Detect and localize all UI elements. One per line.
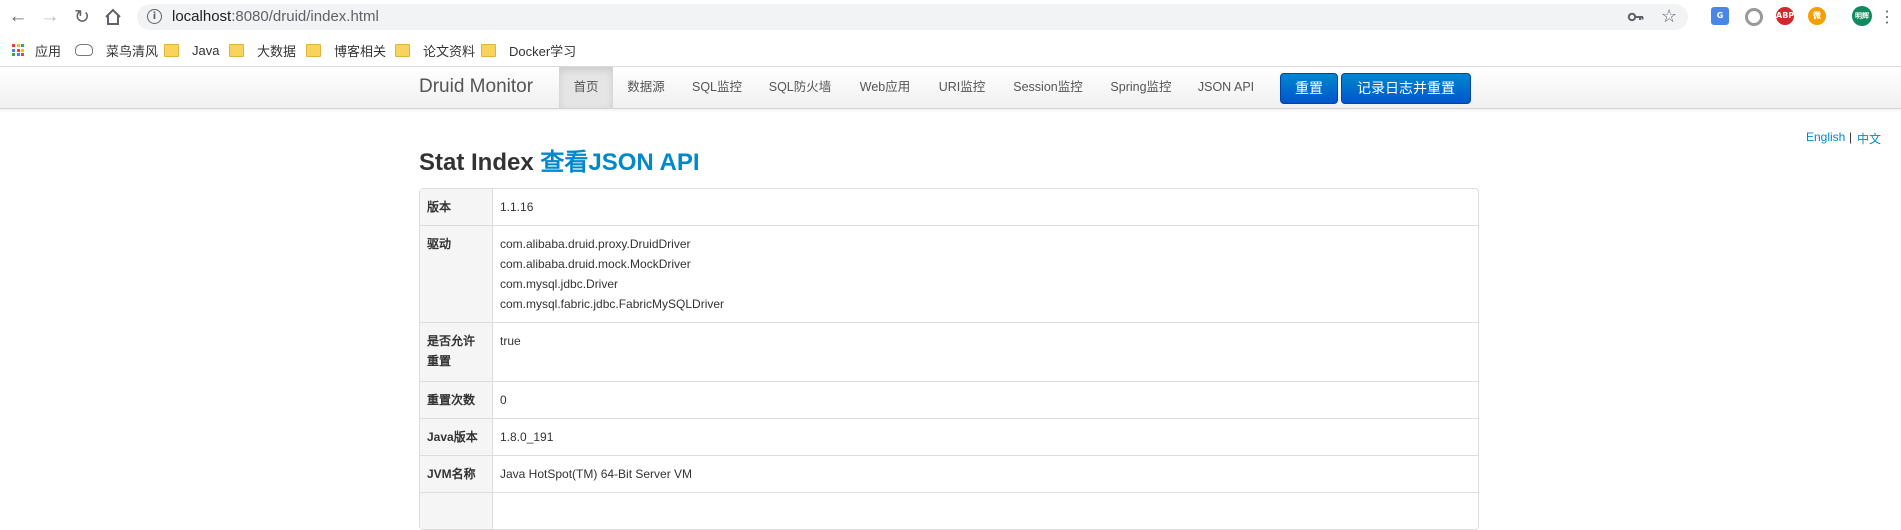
bookmarks-bar: 应用 菜鸟清风 Java 大数据 博客相关 论文资料 Docker学习 — [0, 34, 1901, 67]
reset-button[interactable]: 重置 — [1280, 73, 1338, 104]
adblock-icon[interactable]: ABP — [1776, 7, 1794, 25]
folder-icon — [306, 43, 321, 57]
key-icon[interactable] — [1627, 8, 1645, 31]
bookmark-star-icon[interactable]: ☆ — [1661, 6, 1677, 27]
address-bar[interactable]: i localhost:8080/druid/index.html ☆ — [137, 4, 1688, 30]
nav-sql-firewall[interactable]: SQL防火墙 — [764, 67, 836, 108]
nav-session-monitor[interactable]: Session监控 — [1007, 67, 1089, 108]
nav-datasource[interactable]: 数据源 — [618, 67, 674, 108]
folder-icon — [481, 43, 496, 57]
driver-item: com.alibaba.druid.mock.MockDriver — [500, 257, 691, 271]
row-value: com.alibaba.druid.proxy.DruidDriver com.… — [493, 225, 1478, 322]
bookmark-label: 论文资料 — [423, 43, 476, 59]
row-value: 0 — [493, 381, 1478, 418]
row-value: 1.1.16 — [500, 200, 534, 214]
brand-logo[interactable]: Druid Monitor — [419, 76, 533, 98]
bookmark-blog[interactable]: 博客相关 — [306, 41, 386, 59]
nav-spring-monitor[interactable]: Spring监控 — [1104, 67, 1178, 108]
bookmark-papers[interactable]: 论文资料 — [395, 41, 475, 59]
row-value: true — [493, 322, 1478, 381]
home-icon[interactable] — [101, 5, 125, 29]
lang-chinese-link[interactable]: 中文 — [1857, 130, 1881, 147]
stat-table: 版本 1.1.16 驱动 com.alibaba.druid.proxy.Dru… — [419, 188, 1479, 530]
bookmark-java[interactable]: Java — [164, 41, 219, 59]
table-row: 驱动 com.alibaba.druid.proxy.DruidDriver c… — [420, 225, 1478, 322]
bookmark-label: Java — [192, 42, 220, 58]
row-label: 版本 — [420, 189, 493, 225]
bookmark-label: 应用 — [35, 43, 62, 59]
row-label: 重置次数 — [420, 381, 493, 418]
page-title: Stat Index 查看JSON API — [419, 142, 700, 177]
reload-icon[interactable]: ↻ — [70, 5, 94, 29]
row-label: Java版本 — [420, 418, 493, 455]
nav-json-api[interactable]: JSON API — [1193, 67, 1259, 108]
json-api-link[interactable]: 查看JSON API — [540, 149, 699, 176]
bookmark-label: 菜鸟清风 — [106, 43, 159, 59]
more-menu-icon[interactable]: ⋮ — [1875, 5, 1899, 29]
forward-arrow-icon[interactable]: → — [38, 5, 62, 29]
bookmark-bigdata[interactable]: 大数据 — [229, 41, 296, 59]
profile-avatar[interactable]: 明辉 — [1852, 6, 1872, 26]
folder-icon — [395, 43, 410, 57]
row-label: 是否允许重置 — [420, 322, 493, 381]
nav-web-app[interactable]: Web应用 — [852, 67, 918, 108]
table-row: JVM名称 Java HotSpot(TM) 64-Bit Server VM — [420, 455, 1478, 492]
table-row: Java版本 1.8.0_191 — [420, 418, 1478, 455]
bookmark-docker[interactable]: Docker学习 — [481, 41, 576, 59]
druid-navbar: Druid Monitor 首页 数据源 SQL监控 SQL防火墙 Web应用 … — [0, 67, 1901, 109]
back-arrow-icon[interactable]: ← — [6, 5, 30, 29]
bookmark-label: Docker学习 — [509, 43, 577, 59]
lang-separator: | — [1849, 130, 1853, 144]
lang-english-link[interactable]: English — [1806, 130, 1845, 144]
driver-item: com.mysql.fabric.jdbc.FabricMySQLDriver — [500, 297, 725, 311]
row-label: 驱动 — [420, 225, 493, 322]
bookmark-label: 大数据 — [257, 43, 297, 59]
translate-icon[interactable]: G — [1711, 7, 1729, 25]
folder-icon — [164, 43, 179, 57]
weibo-icon[interactable]: 微 — [1808, 7, 1826, 25]
row-label: JVM名称 — [420, 455, 493, 492]
site-info-icon[interactable]: i — [147, 9, 162, 24]
row-label — [420, 492, 493, 529]
url-text[interactable]: localhost:8080/druid/index.html — [172, 8, 379, 25]
cloud-icon — [75, 44, 93, 56]
nav-sql-monitor[interactable]: SQL监控 — [686, 67, 748, 108]
row-value: 1.8.0_191 — [493, 418, 1478, 455]
row-value: Java HotSpot(TM) 64-Bit Server VM — [493, 455, 1478, 492]
driver-item: com.mysql.jdbc.Driver — [500, 277, 619, 291]
bookmark-cainiao[interactable]: 菜鸟清风 — [75, 41, 158, 59]
table-row: 是否允许重置 true — [420, 322, 1478, 381]
row-value — [493, 492, 1478, 529]
browser-toolbar: ← → ↻ i localhost:8080/druid/index.html … — [0, 0, 1901, 34]
driver-item: com.alibaba.druid.proxy.DruidDriver — [500, 237, 691, 251]
folder-icon — [229, 43, 244, 57]
bookmark-apps[interactable]: 应用 — [12, 41, 61, 59]
extension-circle-icon[interactable] — [1745, 8, 1763, 26]
bookmark-label: 博客相关 — [334, 43, 387, 59]
table-row: 重置次数 0 — [420, 381, 1478, 418]
page-title-text: Stat Index — [419, 149, 534, 176]
apps-grid-icon — [12, 44, 24, 56]
nav-home[interactable]: 首页 — [559, 67, 613, 108]
table-row — [420, 492, 1478, 529]
nav-uri-monitor[interactable]: URI监控 — [932, 67, 992, 108]
log-and-reset-button[interactable]: 记录日志并重置 — [1341, 73, 1471, 104]
table-row: 版本 1.1.16 — [420, 189, 1478, 225]
